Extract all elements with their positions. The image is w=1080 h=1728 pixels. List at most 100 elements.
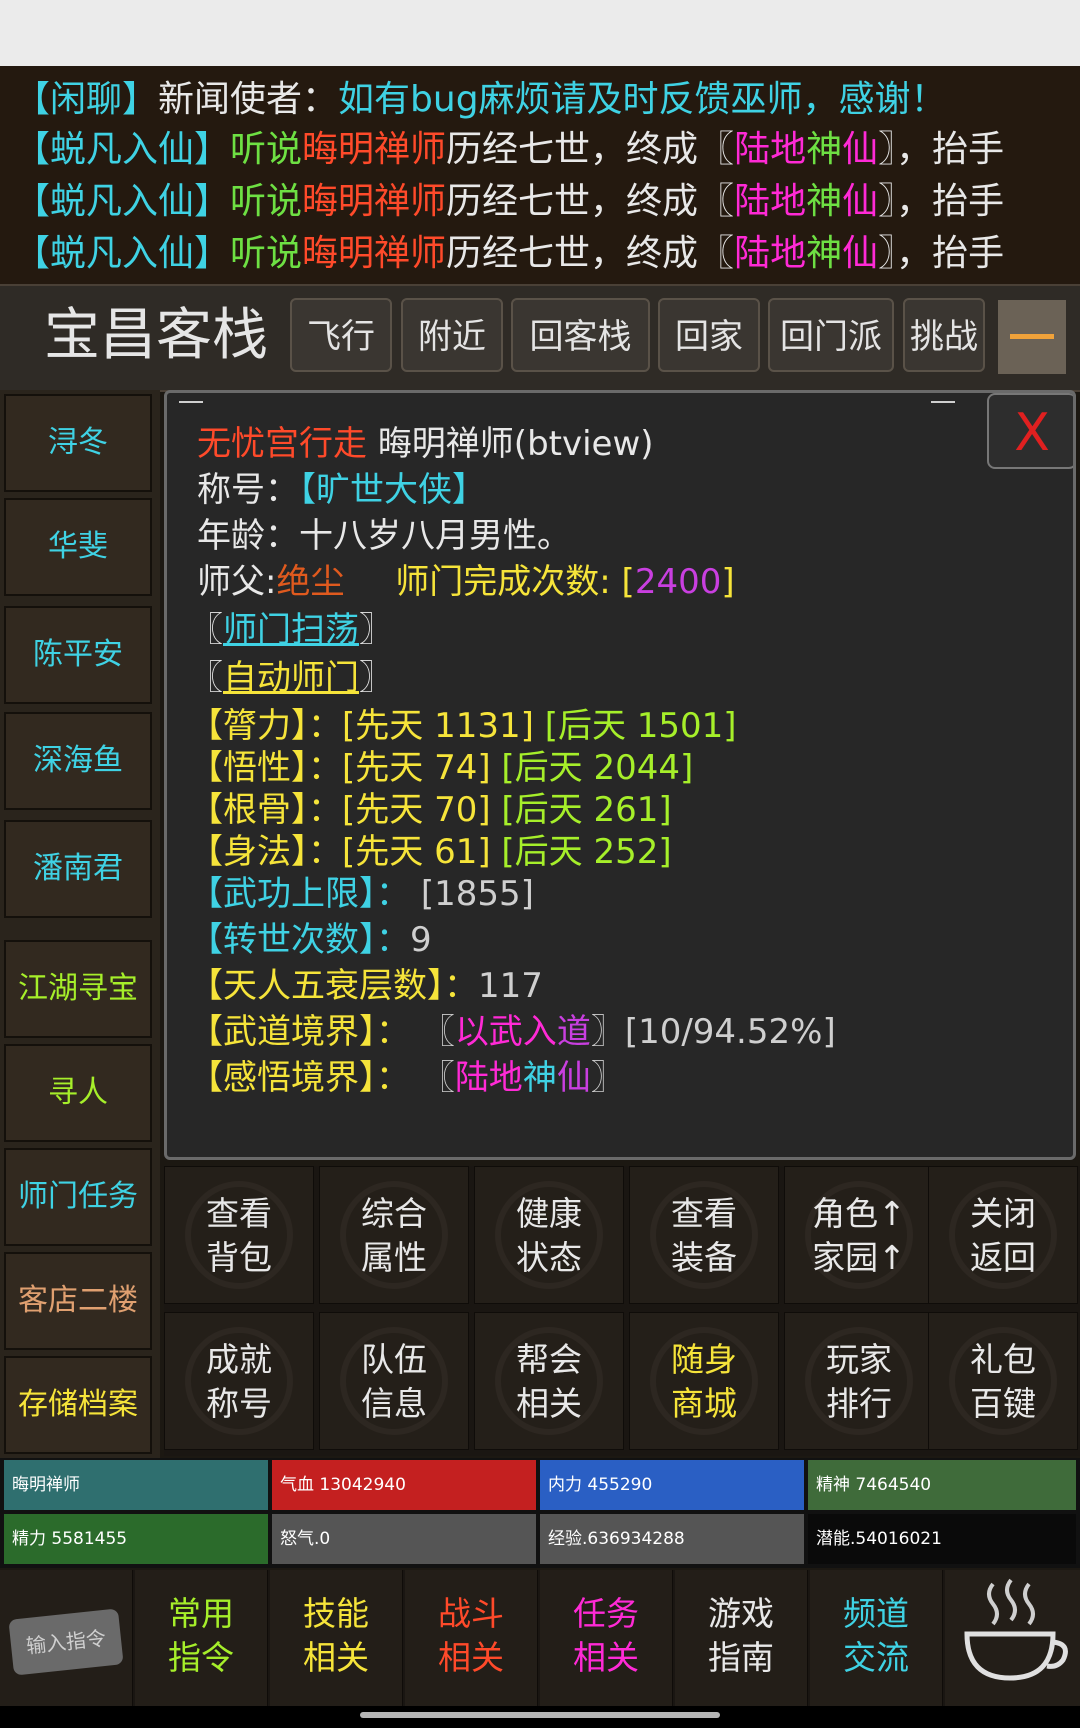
location-bar: 宝昌客栈 飞行 附近 回客栈 回家 回门派 挑战 (0, 284, 1080, 392)
chat-channel: 【蜕凡入仙】 (14, 181, 231, 222)
sidebar-npc-shenhaiyu[interactable]: 深海鱼 (4, 712, 152, 810)
home-indicator[interactable] (360, 1712, 720, 1718)
attr-row: 【膂力】：[先天 1131] [后天 1501] (189, 703, 737, 749)
auto-sect-line: 〖自动师门〗 (189, 655, 393, 701)
ganwu-value: 陆地 (454, 1058, 523, 1098)
action-grid: 查看 背包 综合 属性 健康 状态 查看 装备 角色↑ 家园↑ 关闭 返回 成就 称号 队伍信… (164, 1166, 1080, 1456)
grid-label-1: 综合 (361, 1194, 427, 1233)
view-equipment-button[interactable]: 查看 装备 (629, 1166, 779, 1304)
panel-dash (179, 401, 203, 403)
auto-sect-link[interactable]: 自动师门 (223, 658, 359, 698)
sect-count-label: 师门完成次数: [ (395, 562, 635, 602)
sect-sweep-link[interactable]: 师门扫荡 (223, 610, 359, 650)
zhuanshi-label: 【转世次数】： (189, 920, 410, 960)
wudao-row: 【武道境界】： 〖以武入道〗[10/94.52%] (189, 1009, 836, 1055)
attr-row: 【悟性】：[先天 74] [后天 2044] (189, 745, 693, 791)
grid-label-1: 帮会 (516, 1340, 582, 1379)
ranking-button[interactable]: 玩家 排行 (784, 1312, 934, 1450)
attributes-button[interactable]: 综合 属性 (319, 1166, 469, 1304)
cup-svg (963, 1578, 1068, 1681)
chat-player-name: 晦明禅师 (302, 233, 447, 274)
bracket-left: 〖 (420, 1012, 455, 1052)
bracket-right: 〗 (590, 1012, 625, 1052)
zhuanshi-row: 【转世次数】：9 (189, 917, 432, 963)
sidebar-save-archive[interactable]: 存储档案 (4, 1356, 152, 1454)
bottom-label-2: 相关 (438, 1638, 504, 1677)
game-guide-button[interactable]: 游戏 指南 (675, 1570, 808, 1706)
view-bag-button[interactable]: 查看 背包 (164, 1166, 314, 1304)
challenge-button[interactable]: 挑战 (903, 298, 985, 372)
bottom-menu: 输入指令 常用 指令 技能 相关 战斗相关 任务 相关 游戏指南 频道 交流 (0, 1570, 1080, 1706)
chat-text: 历经七世，终成〖 (446, 181, 735, 222)
attr-innate: [先天 1131] (342, 706, 534, 746)
nearby-button[interactable]: 附近 (401, 298, 503, 372)
bottom-label-1: 任务 (573, 1594, 639, 1633)
combat-button[interactable]: 战斗 相关 (405, 1570, 538, 1706)
sidebar-sect-task[interactable]: 师门任务 (4, 1148, 152, 1246)
grid-label-1: 礼包 (970, 1340, 1036, 1379)
go-home-button[interactable]: 回家 (658, 298, 760, 372)
master-label: 师父: (197, 562, 277, 602)
sidebar-npc-pannanjun[interactable]: 潘南君 (4, 820, 152, 918)
ganwu-value: 仙 (556, 1058, 591, 1098)
channel-chat-button[interactable]: 频道 交流 (810, 1570, 943, 1706)
bottom-label-1: 游戏 (708, 1594, 774, 1633)
character-home-button[interactable]: 角色↑ 家园↑ (784, 1166, 934, 1304)
achievement-title-button[interactable]: 成就 称号 (164, 1312, 314, 1450)
shop-button[interactable]: 随身 商城 (629, 1312, 779, 1450)
ganwu-value: 神 (522, 1058, 557, 1098)
sidebar-npc-chenpingan[interactable]: 陈平安 (4, 606, 152, 704)
team-info-button[interactable]: 队伍 信息 (319, 1312, 469, 1450)
input-command-button[interactable]: 输入指令 (0, 1570, 133, 1706)
stat-spirit: 精神 7464540 (808, 1460, 1076, 1510)
title-value: 【旷世大侠】 (299, 470, 486, 510)
sidebar-treasure-hunt[interactable]: 江湖寻宝 (4, 940, 152, 1038)
common-commands-button[interactable]: 常用 指令 (135, 1570, 268, 1706)
chat-text: 神 (806, 181, 843, 222)
attr-row: 【根骨】：[先天 70] [后天 261] (189, 787, 672, 833)
chat-text: 神 (806, 129, 843, 170)
wudao-progress: [10/94.52%] (624, 1012, 836, 1052)
title-label: 称号： (197, 470, 299, 510)
bottom-label-2: 指令 (168, 1638, 234, 1677)
return-inn-button[interactable]: 回客栈 (511, 298, 650, 372)
bottom-label-2: 指南 (708, 1638, 774, 1677)
skills-button[interactable]: 技能 相关 (270, 1570, 403, 1706)
bottom-label-1: 频道 (843, 1594, 909, 1633)
chat-text: 仙 (842, 181, 879, 222)
bracket-left: 〖 (189, 610, 223, 650)
chat-player-name: 晦明禅师 (302, 129, 447, 170)
guild-button[interactable]: 帮会 相关 (474, 1312, 624, 1450)
sect-count-value: 2400 (634, 562, 722, 602)
char-master-line: 师父:绝尘 师门完成次数: [2400] (197, 559, 735, 605)
fly-button[interactable]: 飞行 (290, 298, 392, 372)
chat-message: 如有bug麻烦请及时反馈巫师，感谢！ (338, 79, 947, 120)
bracket-right: 〗 (590, 1058, 625, 1098)
close-return-button[interactable]: 关闭 返回 (928, 1166, 1078, 1304)
grid-label-1: 成就 (206, 1340, 272, 1379)
bracket-right: 〗 (359, 610, 393, 650)
tea-cup-icon[interactable] (945, 1570, 1080, 1706)
return-sect-button[interactable]: 回门派 (768, 298, 894, 372)
status-bar (0, 0, 1080, 66)
grid-label-2: 百键 (970, 1384, 1036, 1423)
grid-label-2: 背包 (206, 1238, 272, 1277)
wugong-row: 【武功上限】： [1855] (189, 871, 534, 917)
chat-text: 历经七世，终成〖 (446, 233, 735, 274)
sidebar-find-person[interactable]: 寻人 (4, 1044, 152, 1142)
grid-label-2: 装备 (671, 1238, 737, 1277)
close-panel-button[interactable]: X (987, 393, 1073, 469)
grid-label-2: 信息 (361, 1384, 427, 1423)
minimize-button[interactable] (998, 300, 1066, 374)
bottom-label-1: 战斗 (438, 1594, 504, 1633)
grid-label-2: 家园↑ (812, 1238, 906, 1277)
sidebar-inn-upstairs[interactable]: 客店二楼 (4, 1252, 152, 1350)
sidebar-npc-xundong[interactable]: 浔冬 (4, 394, 152, 492)
sidebar-npc-huafei[interactable]: 华斐 (4, 498, 152, 596)
attr-row: 【身法】：[先天 61] [后天 252] (189, 829, 672, 875)
master-value: 绝尘 (276, 562, 345, 602)
gift-pack-button[interactable]: 礼包 百键 (928, 1312, 1078, 1450)
health-status-button[interactable]: 健康 状态 (474, 1166, 624, 1304)
quests-button[interactable]: 任务 相关 (540, 1570, 673, 1706)
chat-text: 〗，抬手 (878, 233, 1005, 274)
